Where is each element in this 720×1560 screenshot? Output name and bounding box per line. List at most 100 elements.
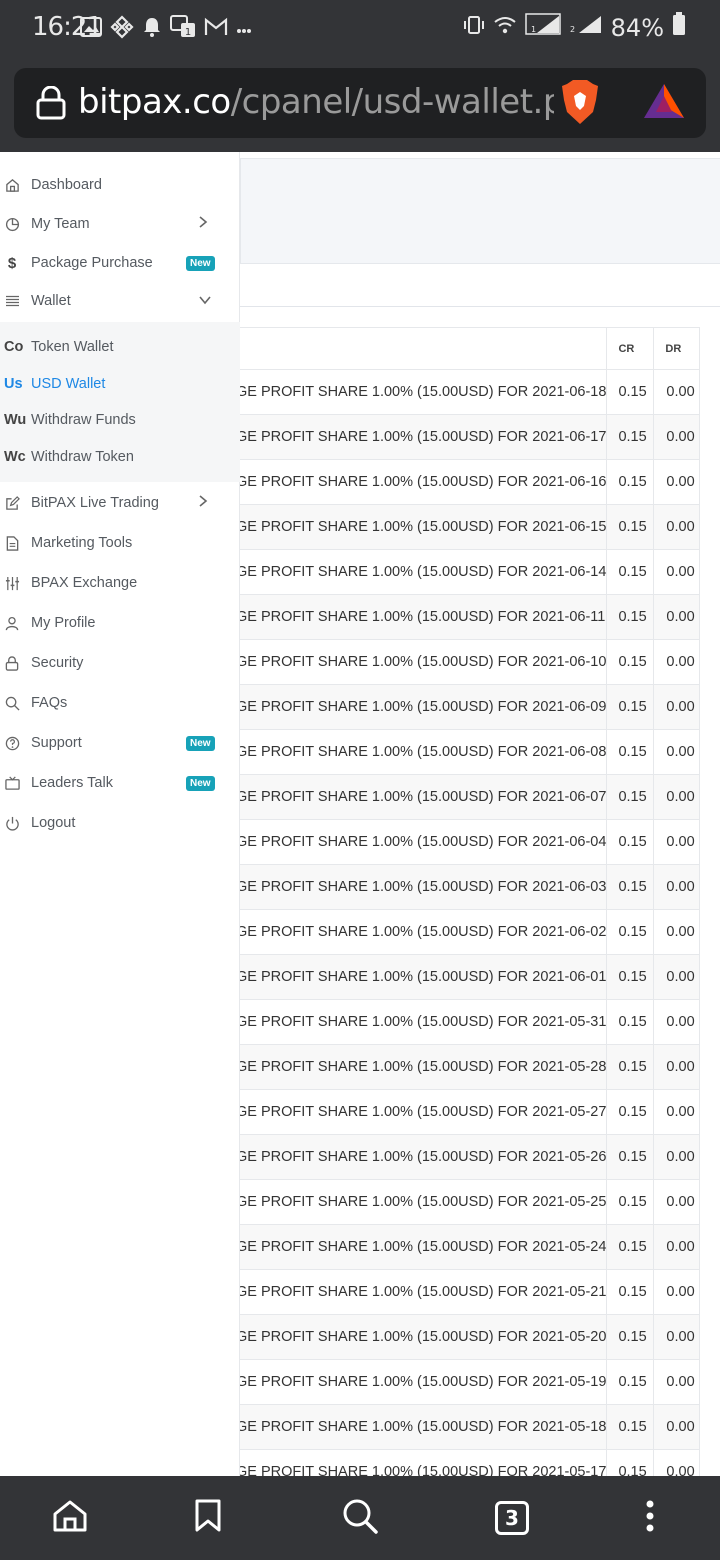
cell-cr: 0.15 xyxy=(606,549,655,595)
cell-description: GE PROFIT SHARE 1.00% (15.00USD) FOR 202… xyxy=(240,684,608,730)
description-text: GE PROFIT SHARE 1.00% (15.00USD) FOR 202… xyxy=(240,1239,607,1255)
table-row: GE PROFIT SHARE 1.00% (15.00USD) FOR 202… xyxy=(240,819,700,865)
sidebar-item-label: Dashboard xyxy=(31,177,102,193)
power-icon xyxy=(3,814,21,832)
sidebar-item-label: Support xyxy=(31,735,82,751)
submenu-abbr: Us xyxy=(4,376,23,392)
sidebar-item-label: My Profile xyxy=(31,615,96,631)
cell-dr: 0.00 xyxy=(653,1269,700,1315)
sidebar-item-wallet[interactable]: Wallet xyxy=(0,281,240,321)
cell-dr: 0.00 xyxy=(653,1404,700,1450)
sidebar-item-faqs[interactable]: FAQs xyxy=(0,683,240,723)
description-text: GE PROFIT SHARE 1.00% (15.00USD) FOR 202… xyxy=(240,744,607,760)
url-bar[interactable]: bitpax.co/cpanel/usd-wallet.php# xyxy=(14,68,706,138)
sidebar-item-label: Leaders Talk xyxy=(31,775,113,791)
cell-cr: 0.15 xyxy=(606,1314,655,1360)
cell-dr: 0.00 xyxy=(653,819,700,865)
cell-description: GE PROFIT SHARE 1.00% (15.00USD) FOR 202… xyxy=(240,459,608,505)
cell-dr: 0.00 xyxy=(653,1359,700,1405)
sidebar-item-dashboard[interactable]: Dashboard xyxy=(0,165,240,205)
cell-dr: 0.00 xyxy=(653,774,700,820)
cell-cr: 0.15 xyxy=(606,729,655,775)
gmail-icon xyxy=(204,17,228,42)
cell-dr: 0.00 xyxy=(653,639,700,685)
sidebar-item-package-purchase[interactable]: $ Package Purchase New xyxy=(0,243,240,283)
sidebar-item-my-team[interactable]: My Team xyxy=(0,204,240,244)
sidebar-item-my-profile[interactable]: My Profile xyxy=(0,603,240,643)
brave-shield-icon[interactable] xyxy=(559,78,601,131)
cell-dr: 0.00 xyxy=(653,1314,700,1360)
sidebar-item-marketing-tools[interactable]: Marketing Tools xyxy=(0,523,240,563)
cell-description: GE PROFIT SHARE 1.00% (15.00USD) FOR 202… xyxy=(240,1314,608,1360)
table-row: GE PROFIT SHARE 1.00% (15.00USD) FOR 202… xyxy=(240,459,700,505)
chevron-right-icon xyxy=(198,494,208,513)
cell-description: GE PROFIT SHARE 1.00% (15.00USD) FOR 202… xyxy=(240,594,608,640)
sidebar-item-security[interactable]: Security xyxy=(0,643,240,683)
description-text: GE PROFIT SHARE 1.00% (15.00USD) FOR 202… xyxy=(240,879,607,895)
chevron-down-icon xyxy=(198,292,212,310)
more-dots-icon xyxy=(236,21,252,39)
cell-cr: 0.15 xyxy=(606,999,655,1045)
description-text: GE PROFIT SHARE 1.00% (15.00USD) FOR 202… xyxy=(240,1374,607,1390)
cell-cr: 0.15 xyxy=(606,504,655,550)
bat-rewards-icon[interactable] xyxy=(642,82,686,125)
cell-dr: 0.00 xyxy=(653,864,700,910)
table-row: GE PROFIT SHARE 1.00% (15.00USD) FOR 202… xyxy=(240,414,700,460)
tabs-button[interactable]: 3 xyxy=(490,1496,534,1540)
description-text: GE PROFIT SHARE 1.00% (15.00USD) FOR 202… xyxy=(240,519,607,535)
column-header-cr: CR xyxy=(606,327,655,370)
submenu-item-withdraw-token[interactable]: Wc Withdraw Token xyxy=(0,439,240,475)
sidebar-item-logout[interactable]: Logout xyxy=(0,803,240,843)
table-body: GE PROFIT SHARE 1.00% (15.00USD) FOR 202… xyxy=(240,369,700,1476)
home-icon xyxy=(52,1499,88,1538)
submenu-item-withdraw-funds[interactable]: Wu Withdraw Funds xyxy=(0,402,240,438)
table-row: GE PROFIT SHARE 1.00% (15.00USD) FOR 202… xyxy=(240,774,700,820)
cell-cr: 0.15 xyxy=(606,819,655,865)
cell-dr: 0.00 xyxy=(653,1044,700,1090)
cell-dr: 0.00 xyxy=(653,549,700,595)
lock-icon[interactable] xyxy=(36,85,66,125)
search-button[interactable] xyxy=(338,1496,382,1540)
lock-icon xyxy=(3,654,21,672)
cell-description: GE PROFIT SHARE 1.00% (15.00USD) FOR 202… xyxy=(240,414,608,460)
cell-description: GE PROFIT SHARE 1.00% (15.00USD) FOR 202… xyxy=(240,1134,608,1180)
edit-icon xyxy=(3,494,21,512)
home-icon xyxy=(3,176,21,194)
cell-dr: 0.00 xyxy=(653,414,700,460)
submenu-item-usd-wallet[interactable]: Us USD Wallet xyxy=(0,366,240,402)
table-row: GE PROFIT SHARE 1.00% (15.00USD) FOR 202… xyxy=(240,1224,700,1270)
cell-description: GE PROFIT SHARE 1.00% (15.00USD) FOR 202… xyxy=(240,639,608,685)
cell-description: GE PROFIT SHARE 1.00% (15.00USD) FOR 202… xyxy=(240,1179,608,1225)
menu-button[interactable] xyxy=(628,1496,672,1540)
url-text[interactable]: bitpax.co/cpanel/usd-wallet.php# xyxy=(78,82,554,122)
cell-cr: 0.15 xyxy=(606,684,655,730)
cell-cr: 0.15 xyxy=(606,1269,655,1315)
sidebar-item-leaders-talk[interactable]: Leaders Talk New xyxy=(0,763,240,803)
cell-cr: 0.15 xyxy=(606,1179,655,1225)
table-row: GE PROFIT SHARE 1.00% (15.00USD) FOR 202… xyxy=(240,1269,700,1315)
cell-description: GE PROFIT SHARE 1.00% (15.00USD) FOR 202… xyxy=(240,819,608,865)
search-icon xyxy=(3,694,21,712)
submenu-item-token-wallet[interactable]: Co Token Wallet xyxy=(0,329,240,365)
table-row: GE PROFIT SHARE 1.00% (15.00USD) FOR 202… xyxy=(240,1359,700,1405)
bookmarks-button[interactable] xyxy=(186,1496,230,1540)
cell-description: GE PROFIT SHARE 1.00% (15.00USD) FOR 202… xyxy=(240,774,608,820)
cell-cr: 0.15 xyxy=(606,1224,655,1270)
sidebar-item-live-trading[interactable]: BitPAX Live Trading xyxy=(0,483,240,523)
cell-description: GE PROFIT SHARE 1.00% (15.00USD) FOR 202… xyxy=(240,999,608,1045)
home-button[interactable] xyxy=(48,1496,92,1540)
submenu-label: USD Wallet xyxy=(31,376,106,392)
binance-icon xyxy=(110,15,134,44)
description-text: GE PROFIT SHARE 1.00% (15.00USD) FOR 202… xyxy=(240,474,607,490)
table-row: GE PROFIT SHARE 1.00% (15.00USD) FOR 202… xyxy=(240,999,700,1045)
system-icons: 1 2 84% xyxy=(463,12,686,43)
sidebar-item-bpax-exchange[interactable]: BPAX Exchange xyxy=(0,563,240,603)
table-row: GE PROFIT SHARE 1.00% (15.00USD) FOR 202… xyxy=(240,954,700,1000)
new-badge: New xyxy=(186,255,215,271)
table-row: GE PROFIT SHARE 1.00% (15.00USD) FOR 202… xyxy=(240,369,700,415)
user-icon xyxy=(3,614,21,632)
cell-description: GE PROFIT SHARE 1.00% (15.00USD) FOR 202… xyxy=(240,1224,608,1270)
sidebar-item-support[interactable]: Support New xyxy=(0,723,240,763)
table-row: GE PROFIT SHARE 1.00% (15.00USD) FOR 202… xyxy=(240,1089,700,1135)
url-path: /cpanel/usd-wallet.php# xyxy=(230,82,554,122)
